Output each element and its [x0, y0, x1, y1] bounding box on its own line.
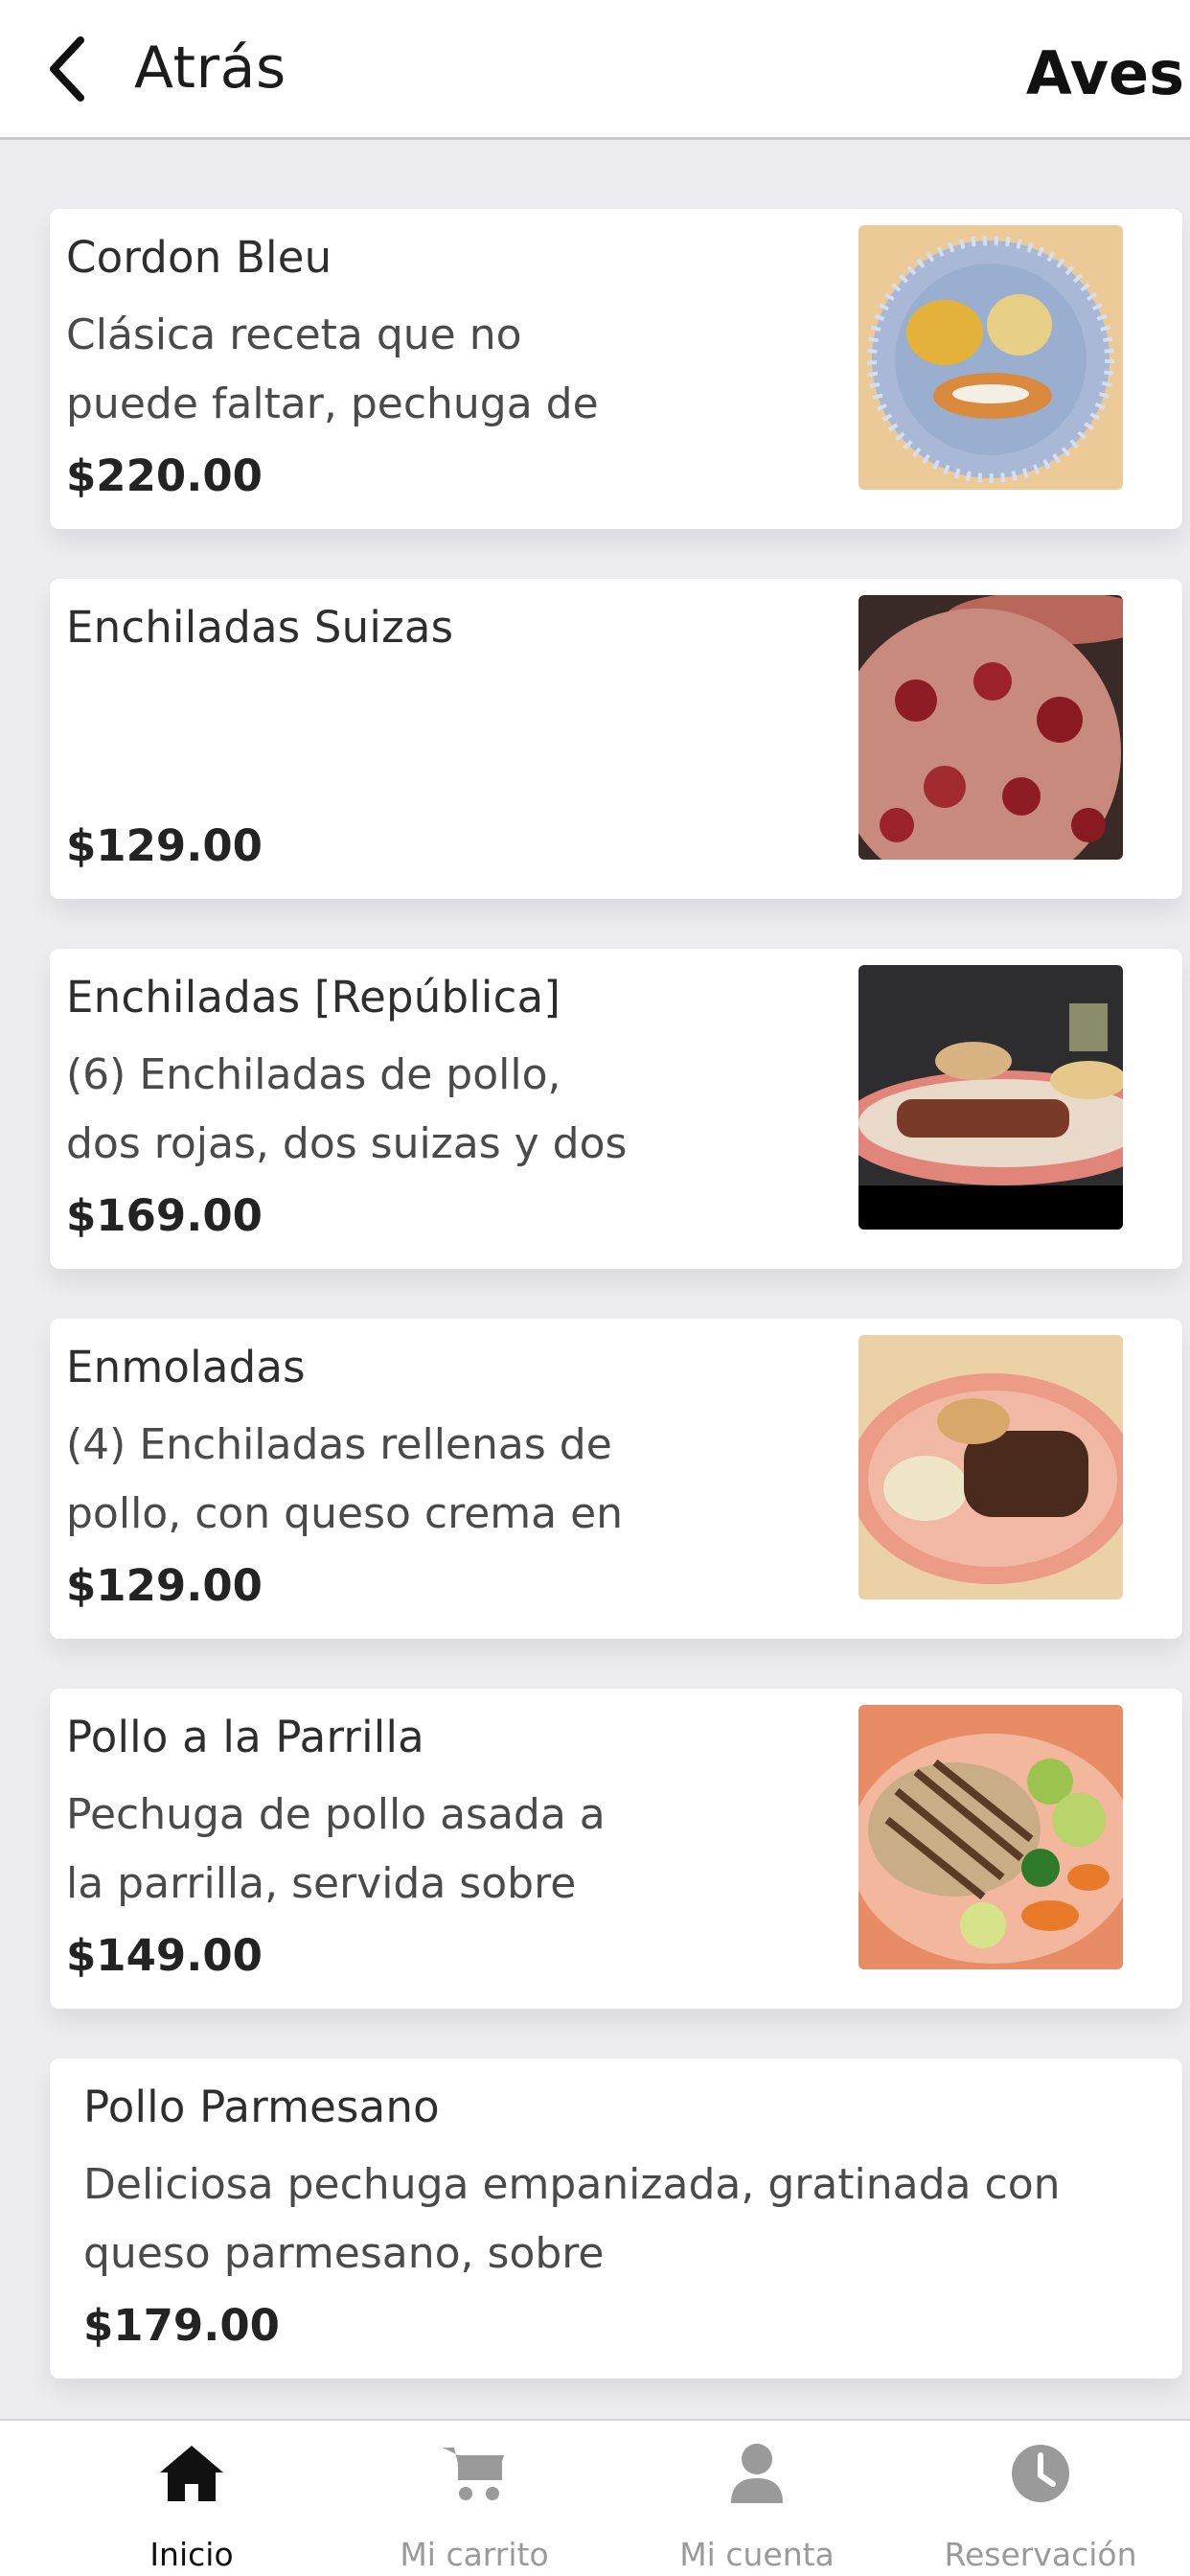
item-price: $129.00 [66, 820, 263, 871]
item-name: Pollo a la Parrilla [66, 1712, 424, 1762]
enchiladas-republica-photo [858, 965, 1123, 1230]
menu-item-card[interactable]: Cordon Bleu Clásica receta que no puede … [50, 209, 1182, 529]
page-title: Aves [1025, 38, 1184, 108]
enchiladas-suizas-photo [858, 595, 1123, 860]
tab-mi-carrito[interactable]: Mi carrito [331, 2421, 618, 2576]
bottom-tab-bar: Inicio Mi carrito Mi cuenta Reservación [0, 2419, 1190, 2576]
clock-icon [1012, 2445, 1069, 2502]
item-description: Clásica receta que no puede faltar, pech… [66, 310, 599, 428]
back-button[interactable]: Atrás [134, 34, 286, 102]
cordon-bleu-photo [858, 225, 1123, 490]
tab-label: Reservación [944, 2536, 1137, 2573]
item-name: Enmoladas [66, 1342, 306, 1392]
item-description [66, 671, 641, 809]
item-description: (6) Enchiladas de pollo, dos rojas, dos … [66, 1050, 628, 1168]
item-name: Enchiladas Suizas [66, 602, 454, 653]
item-price: $129.00 [66, 1560, 263, 1611]
tab-mi-cuenta[interactable]: Mi cuenta [613, 2421, 901, 2576]
item-price: $149.00 [66, 1930, 263, 1981]
item-name: Cordon Bleu [66, 232, 332, 283]
tab-label: Mi carrito [400, 2536, 549, 2573]
enmoladas-photo [858, 1335, 1123, 1599]
chevron-left-icon[interactable] [42, 34, 96, 104]
menu-item-card[interactable]: Enmoladas (4) Enchiladas rellenas de pol… [50, 1319, 1182, 1639]
menu-item-card[interactable]: Enchiladas Suizas $129.00 [50, 579, 1182, 899]
tab-inicio[interactable]: Inicio [48, 2421, 335, 2576]
menu-item-card[interactable]: Enchiladas [República] (6) Enchiladas de… [50, 949, 1182, 1269]
item-name: Pollo Parmesano [83, 2082, 440, 2132]
top-nav-bar: Atrás Aves [0, 0, 1190, 140]
tab-reservacion[interactable]: Reservación [897, 2421, 1184, 2576]
item-name: Enchiladas [República] [66, 972, 561, 1023]
menu-item-card[interactable]: Pollo a la Parrilla Pechuga de pollo asa… [50, 1689, 1182, 2009]
cart-icon [443, 2448, 504, 2500]
item-price: $179.00 [83, 2300, 280, 2351]
item-price: $220.00 [66, 450, 263, 501]
menu-item-card[interactable]: Pollo Parmesano Deliciosa pechuga empani… [50, 2058, 1182, 2379]
pollo-parrilla-photo [858, 1705, 1123, 1969]
item-price: $169.00 [66, 1190, 263, 1241]
user-icon [731, 2444, 783, 2503]
home-icon [160, 2446, 223, 2501]
tab-label: Inicio [149, 2536, 234, 2573]
tab-label: Mi cuenta [679, 2536, 835, 2573]
item-description: (4) Enchiladas rellenas de pollo, con qu… [66, 1420, 624, 1538]
item-description: Pechuga de pollo asada a la parrilla, se… [66, 1790, 606, 1908]
item-description: Deliciosa pechuga empanizada, gratinada … [83, 2160, 1061, 2278]
